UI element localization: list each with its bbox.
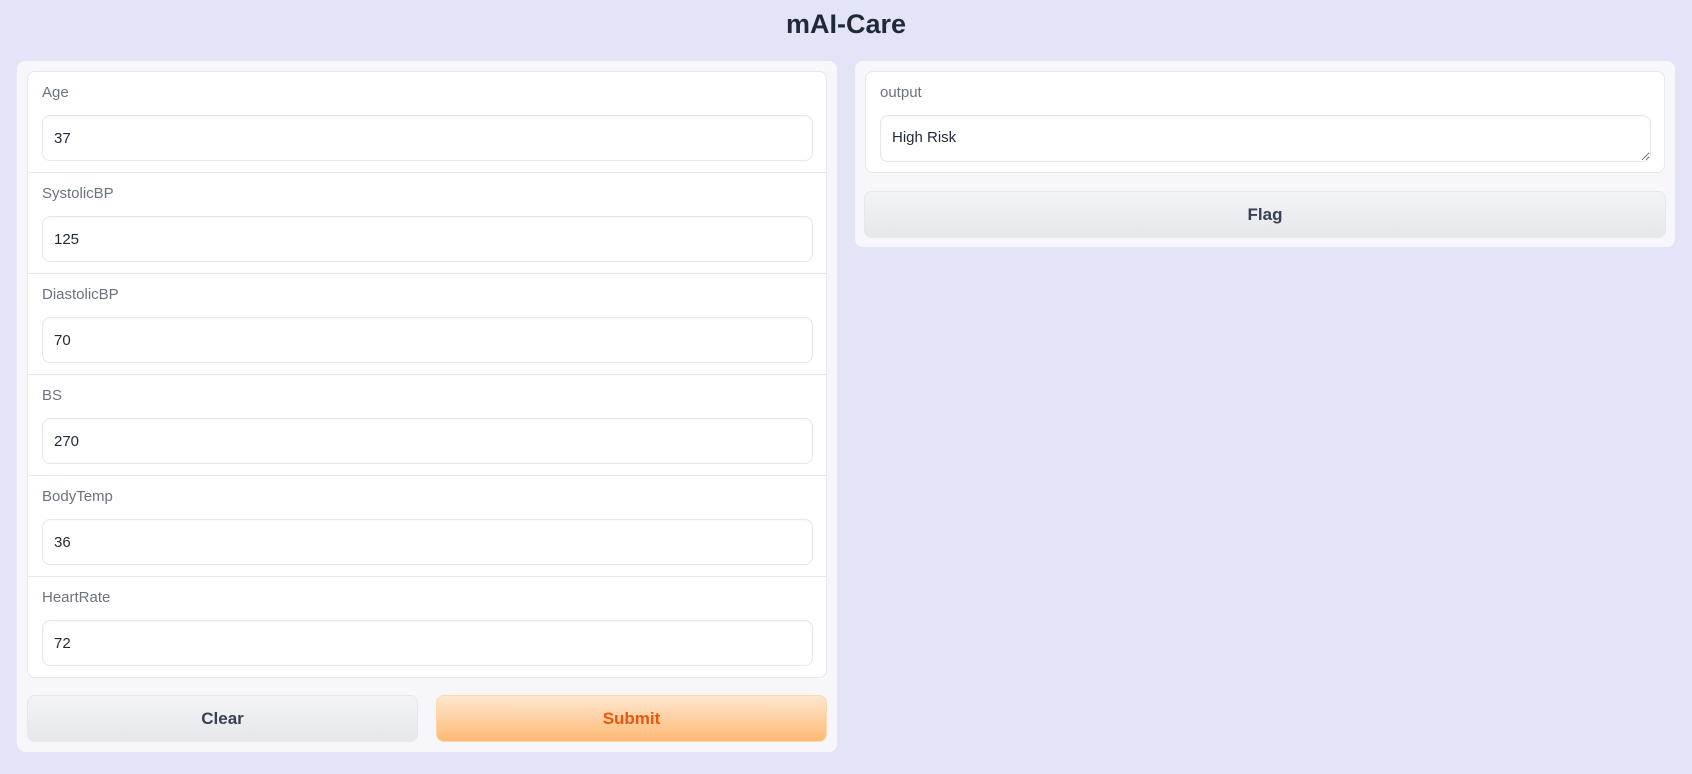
field-systolicbp: SystolicBP [28,173,826,274]
field-label-bs: BS [42,387,63,404]
input-form: Age SystolicBP DiastolicBP BS BodyTemp H… [27,71,827,678]
app-title: mAI-Care [785,9,907,39]
field-label-age: Age [42,84,69,101]
clear-button[interactable]: Clear [27,695,418,742]
field-label-heartrate: HeartRate [42,589,111,606]
output-label: output [880,84,922,101]
output-box: output High Risk [865,71,1665,173]
output-textarea[interactable]: High Risk [880,115,1651,162]
bs-input[interactable] [42,418,813,464]
field-label-systolicbp: SystolicBP [42,185,114,202]
age-input[interactable] [42,115,813,161]
heartrate-input[interactable] [42,620,813,666]
field-age: Age [28,72,826,173]
field-label-diastolicbp: DiastolicBP [42,286,119,303]
submit-button[interactable]: Submit [436,695,827,742]
flag-button[interactable]: Flag [864,191,1666,238]
field-bs: BS [28,375,826,476]
field-label-bodytemp: BodyTemp [42,488,113,505]
field-bodytemp: BodyTemp [28,476,826,577]
diastolicbp-input[interactable] [42,317,813,363]
systolicbp-input[interactable] [42,216,813,262]
field-diastolicbp: DiastolicBP [28,274,826,375]
bodytemp-input[interactable] [42,519,813,565]
input-panel: Age SystolicBP DiastolicBP BS BodyTemp H… [17,61,837,752]
field-heartrate: HeartRate [28,577,826,677]
output-panel: output High Risk Flag [855,61,1675,247]
